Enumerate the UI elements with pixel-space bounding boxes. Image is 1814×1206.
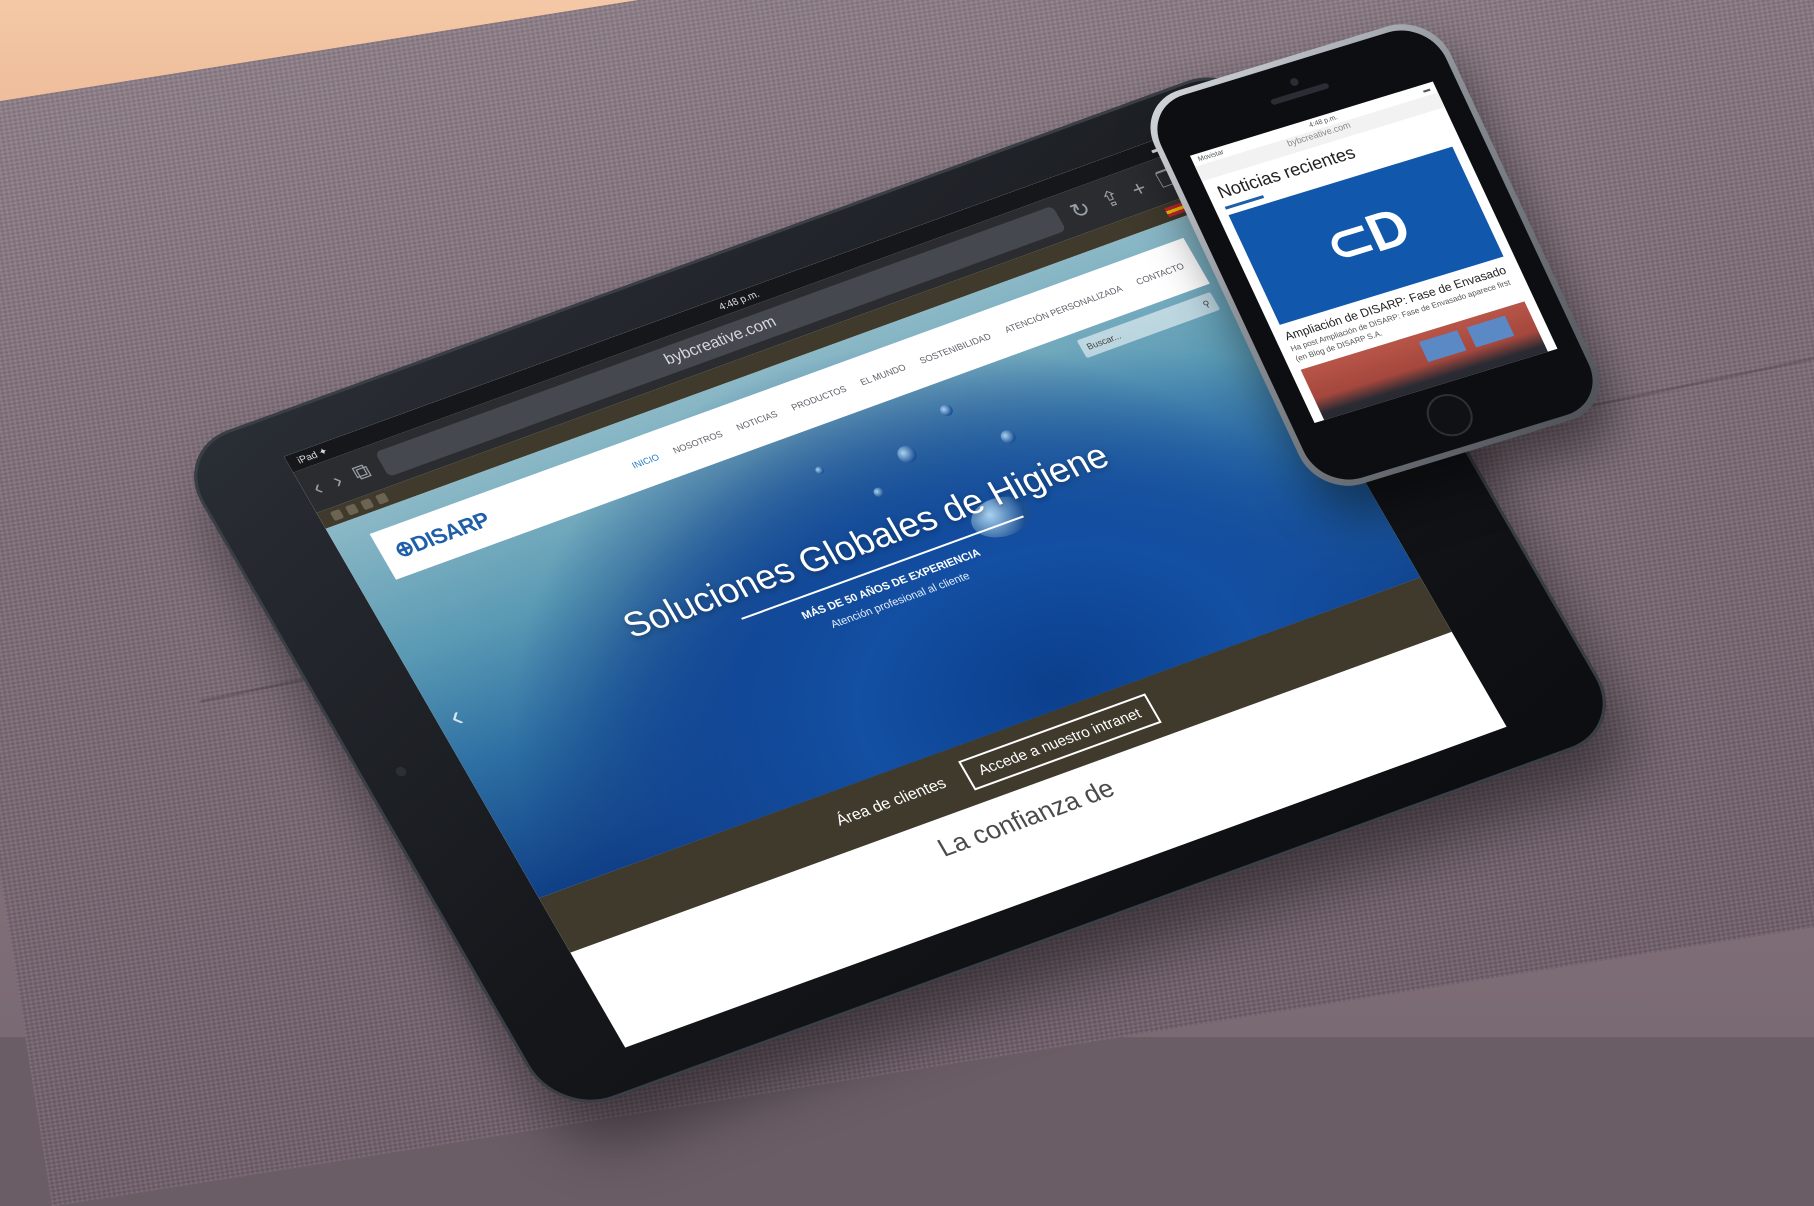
disarp-d-logo-icon: ⊂D [1315, 197, 1418, 276]
search-icon[interactable]: ⚲ [1201, 298, 1213, 310]
water-drop [998, 428, 1019, 446]
phone-home-button[interactable] [1419, 388, 1481, 442]
menu-item-atencion[interactable]: Atención Personalizada [1003, 284, 1124, 335]
menu-item-sostenibilidad[interactable]: Sostenibilidad [918, 331, 993, 365]
reload-icon[interactable]: ↻ [1065, 196, 1095, 224]
menu-item-nosotros[interactable]: Nosotros [671, 429, 724, 455]
phone-speaker [1269, 82, 1330, 106]
menu-item-productos[interactable]: Productos [789, 384, 848, 412]
share-icon[interactable]: ⇪ [1096, 185, 1126, 213]
tablet-camera [393, 765, 409, 778]
phone-camera [1288, 77, 1300, 87]
facebook-icon[interactable] [329, 508, 345, 522]
building-window [1466, 315, 1515, 348]
book-icon[interactable]: ⧉ [348, 458, 375, 485]
chevron-right-icon[interactable]: › [328, 468, 348, 492]
twitter-icon[interactable] [359, 497, 375, 511]
building-window [1418, 330, 1467, 363]
water-drop [937, 402, 956, 418]
plus-icon[interactable]: + [1126, 175, 1151, 201]
youtube-icon[interactable] [374, 492, 390, 505]
menu-item-el-mundo[interactable]: El Mundo [858, 362, 907, 387]
disarp-logo[interactable]: ⊕DISARP [389, 507, 494, 563]
phone-battery: ▬ [1421, 85, 1432, 95]
water-drop [893, 443, 921, 466]
menu-item-noticias[interactable]: Noticias [734, 409, 779, 432]
chevron-left-icon[interactable]: ‹ [308, 475, 328, 499]
search-placeholder: Buscar... [1084, 330, 1123, 352]
water-drop [871, 486, 887, 499]
water-drop [813, 465, 826, 476]
menu-item-contacto[interactable]: Contacto [1134, 261, 1186, 287]
linkedin-icon[interactable] [344, 503, 360, 516]
menu-item-inicio[interactable]: Inicio [630, 452, 661, 470]
